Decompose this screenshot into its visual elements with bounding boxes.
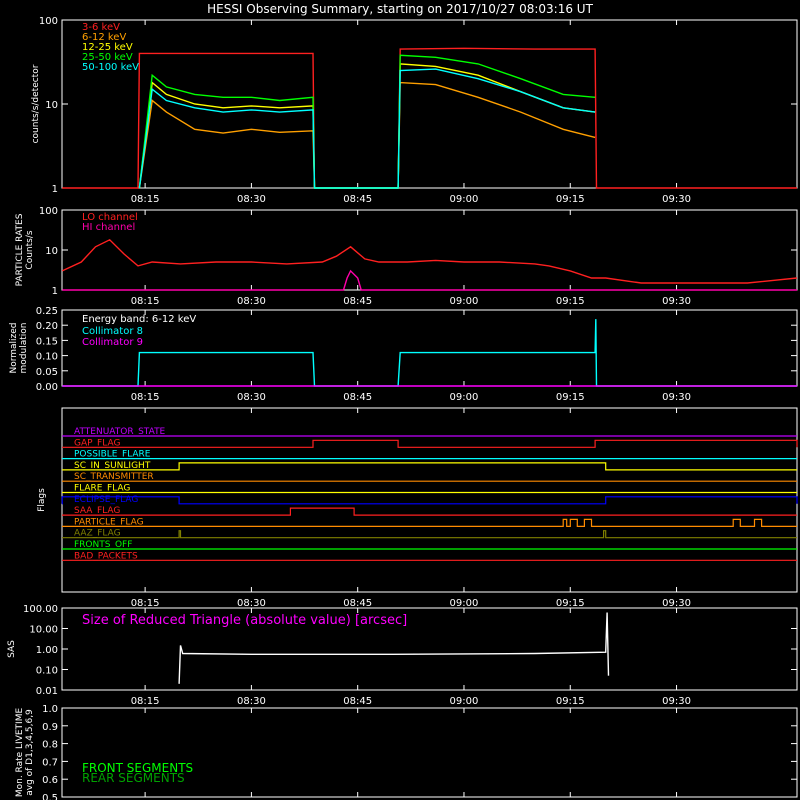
legend-entry: Collimator 8 xyxy=(82,326,143,337)
flag-line xyxy=(62,462,797,471)
x-tick-label: 08:30 xyxy=(237,296,266,307)
series-line-6-12-kev xyxy=(138,81,596,189)
y-tick-label: 0.9 xyxy=(42,722,58,733)
panel-frame xyxy=(61,19,798,189)
legend-entry: Collimator 9 xyxy=(82,337,143,348)
x-tick-label: 08:30 xyxy=(237,392,266,403)
annotation: Size of Reduced Triangle (absolute value… xyxy=(82,613,407,628)
x-tick-label: 09:15 xyxy=(556,194,585,205)
series-line-lo-channel xyxy=(61,238,798,284)
y-tick-label: 0.20 xyxy=(36,321,58,332)
legend-entry: 50-100 keV xyxy=(82,62,139,73)
x-tick-label: 08:15 xyxy=(131,194,160,205)
y-tick-label: 100.00 xyxy=(23,604,58,615)
legend-entry: HI channel xyxy=(82,222,135,233)
panels: 1 10 100 counts/s/detector 08:15 08:30 08:45 09… xyxy=(7,16,798,800)
y-tick-label: 0.01 xyxy=(36,686,58,697)
panel-modulation: 0.00 0.05 0.10 0.15 0.20 0.25 Normalized modula… xyxy=(9,306,798,403)
flag-line xyxy=(62,507,797,516)
x-tick-label: 08:30 xyxy=(237,696,266,707)
x-tick-label: 09:30 xyxy=(662,598,691,609)
y-axis-label: counts/s/detector xyxy=(31,64,41,143)
panel-frame xyxy=(61,209,798,291)
flag-line xyxy=(62,439,798,448)
panel-countrates: 1 10 100 counts/s/detector 08:15 08:30 08:45 09… xyxy=(31,16,798,205)
y-tick-label: 1.00 xyxy=(36,645,58,656)
legend-title: Energy band: 6-12 keV xyxy=(82,314,196,325)
y-tick-label: 0.25 xyxy=(36,306,58,317)
y-tick-label: 100 xyxy=(39,16,58,27)
x-tick-label: 09:00 xyxy=(450,598,479,609)
y-tick-label: 1 xyxy=(52,286,58,297)
y-axis-label: Mon. Rate LIVETIME xyxy=(15,708,25,798)
x-tick-label: 09:15 xyxy=(556,598,585,609)
flag-line xyxy=(61,496,798,505)
x-tick-label: 09:15 xyxy=(556,696,585,707)
x-tick-label: 08:30 xyxy=(237,598,266,609)
x-tick-label: 08:45 xyxy=(343,392,372,403)
x-tick-label: 09:30 xyxy=(662,194,691,205)
series-line-12-25-kev xyxy=(138,63,596,189)
y-axis-label: SAS xyxy=(7,640,17,658)
x-tick-label: 09:15 xyxy=(556,392,585,403)
x-tick-label: 09:15 xyxy=(556,296,585,307)
x-tick-label: 09:00 xyxy=(450,194,479,205)
y-axis-label: avg of D1,3,4,5,6,9 xyxy=(25,709,35,796)
panel-sas: 0.01 0.10 1.00 10.00 100.00 SAS 08:15 08:30 08:4… xyxy=(7,604,798,707)
series-line-collimator-8 xyxy=(62,319,797,387)
x-tick-label: 08:45 xyxy=(343,696,372,707)
legend-entry: REAR SEGMENTS xyxy=(82,771,185,785)
observing-summary-figure: HESSI Observing Summary, starting on 201… xyxy=(7,2,798,800)
y-tick-label: 10 xyxy=(45,246,58,257)
y-axis-label: Counts/s xyxy=(25,230,35,269)
y-tick-label: 10 xyxy=(45,100,58,111)
panel-livetime: 0.5 0.6 0.7 0.8 0.9 1.0 Mon. Rate LIVETIME avg … xyxy=(15,704,798,800)
series-line-hi-channel xyxy=(62,269,797,291)
y-axis-label: modulation xyxy=(19,323,29,374)
y-tick-label: 1 xyxy=(52,184,58,195)
x-tick-label: 09:00 xyxy=(450,296,479,307)
y-tick-label: 0.10 xyxy=(36,666,58,677)
x-tick-label: 08:45 xyxy=(343,296,372,307)
y-tick-label: 0.00 xyxy=(36,382,58,393)
x-tick-label: 09:30 xyxy=(662,296,691,307)
series-line-25-50-kev xyxy=(138,54,596,189)
y-tick-label: 0.15 xyxy=(36,336,58,347)
x-tick-label: 08:30 xyxy=(237,194,266,205)
panel-particle: 1 10 100 PARTICLE RATES Counts/s 08:15 08:30 08… xyxy=(15,206,798,307)
x-tick-label: 08:15 xyxy=(131,392,160,403)
panel-flags: Flags08:15 08:30 08:45 09:00 09:15 09:30ATTEN… xyxy=(37,407,798,609)
y-tick-label: 0.10 xyxy=(36,352,58,363)
y-axis-label: Flags xyxy=(37,488,47,512)
flag-line xyxy=(62,518,797,527)
x-tick-label: 08:45 xyxy=(343,598,372,609)
flag-line xyxy=(62,530,797,539)
y-tick-label: 10.00 xyxy=(29,625,58,636)
y-tick-label: 0.5 xyxy=(42,793,58,800)
x-tick-label: 08:15 xyxy=(131,296,160,307)
figure-title: HESSI Observing Summary, starting on 201… xyxy=(207,2,593,16)
x-tick-label: 09:30 xyxy=(662,696,691,707)
x-tick-label: 09:30 xyxy=(662,392,691,403)
x-tick-label: 09:00 xyxy=(450,696,479,707)
y-tick-label: 0.8 xyxy=(42,740,58,751)
y-axis-label: Normalized xyxy=(9,322,19,373)
x-tick-label: 08:45 xyxy=(343,194,372,205)
x-tick-label: 08:15 xyxy=(131,696,160,707)
x-tick-label: 08:15 xyxy=(131,598,160,609)
y-tick-label: 100 xyxy=(39,206,58,217)
x-tick-label: 09:00 xyxy=(450,392,479,403)
y-axis-label: PARTICLE RATES xyxy=(15,213,25,286)
y-tick-label: 0.05 xyxy=(36,367,58,378)
y-tick-label: 1.0 xyxy=(42,704,58,715)
y-tick-label: 0.6 xyxy=(42,775,58,786)
y-tick-label: 0.7 xyxy=(42,757,58,768)
series-line-50-100-kev xyxy=(138,68,596,189)
